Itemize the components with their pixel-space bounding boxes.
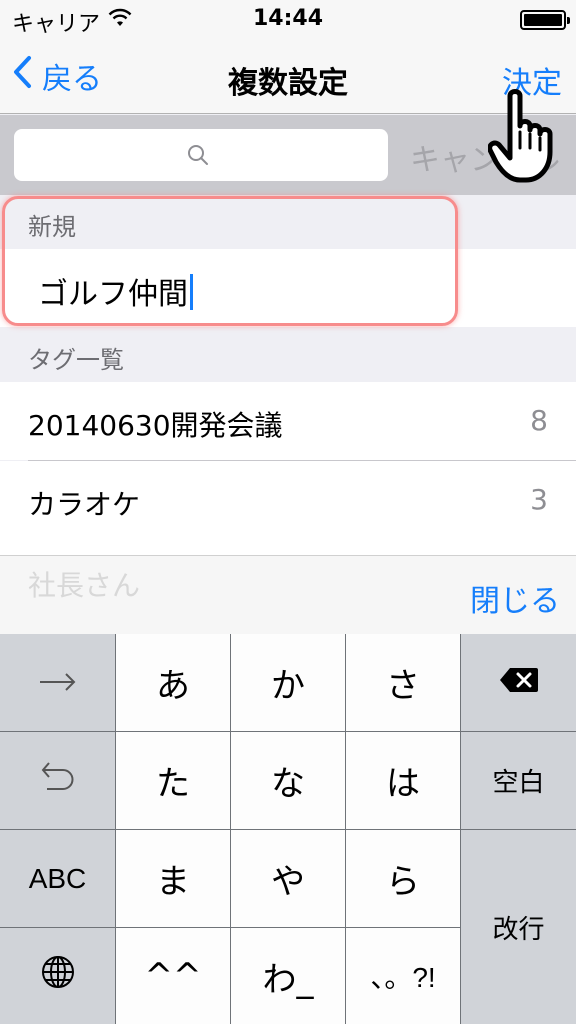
key-na[interactable]: な	[231, 732, 345, 829]
key-next-arrow[interactable]	[0, 634, 115, 731]
globe-key[interactable]	[0, 928, 115, 1024]
tag-name: カラオケ	[28, 488, 141, 521]
key-ra[interactable]: ら	[346, 830, 460, 927]
key-wa[interactable]: わ_	[231, 928, 345, 1024]
key-ta[interactable]: た	[116, 732, 230, 829]
key-undo[interactable]	[0, 732, 115, 829]
delete-icon	[498, 663, 540, 703]
undo-icon	[39, 759, 77, 802]
key-sa[interactable]: さ	[346, 634, 460, 731]
globe-icon	[40, 954, 76, 999]
abc-key[interactable]: ABC	[0, 830, 115, 927]
key-ka[interactable]: か	[231, 634, 345, 731]
close-keyboard-button[interactable]: 閉じる	[470, 576, 560, 620]
key-ya[interactable]: や	[231, 830, 345, 927]
arrow-right-icon	[38, 663, 78, 703]
keyboard-accessory-bar: 社長さん 閉じる	[0, 555, 576, 634]
new-section-header: 新規	[28, 213, 76, 241]
new-tag-input[interactable]: ゴルフ仲間	[38, 269, 193, 313]
key-ha[interactable]: は	[346, 732, 460, 829]
tags-section-header: タグ一覧	[28, 346, 124, 374]
search-field[interactable]	[14, 129, 388, 181]
return-key[interactable]: 改行	[461, 830, 576, 1024]
key-ma[interactable]: ま	[116, 830, 230, 927]
tag-count: 8	[530, 404, 548, 437]
search-input[interactable]	[14, 129, 388, 181]
clock: 14:44	[252, 6, 324, 31]
text-caret	[190, 274, 193, 310]
space-key[interactable]: 空白	[461, 732, 576, 829]
key-a[interactable]: あ	[116, 634, 230, 731]
tag-count: 3	[530, 483, 548, 516]
tag-name: 20140630開発会議	[28, 409, 283, 442]
new-tag-cell[interactable]: ゴルフ仲間	[0, 249, 576, 327]
list-item[interactable]: 20140630開発会議 8	[0, 382, 576, 460]
status-bar: キャリア 14:44	[0, 0, 576, 40]
key-emoticon[interactable]: ^^	[116, 928, 230, 1024]
battery-icon	[520, 10, 570, 30]
delete-key[interactable]	[461, 634, 576, 731]
keyboard: あ か さ た な は 空白 ABC ま や ら 改行 ^^ わ_ 、。?!	[0, 634, 576, 1024]
pointing-hand-icon	[487, 88, 568, 188]
list-item[interactable]: カラオケ 3	[0, 461, 576, 555]
list-item-obscured: 社長さん	[28, 569, 141, 602]
key-punctuation[interactable]: 、。?!	[346, 928, 460, 1024]
new-tag-value: ゴルフ仲間	[38, 277, 188, 312]
